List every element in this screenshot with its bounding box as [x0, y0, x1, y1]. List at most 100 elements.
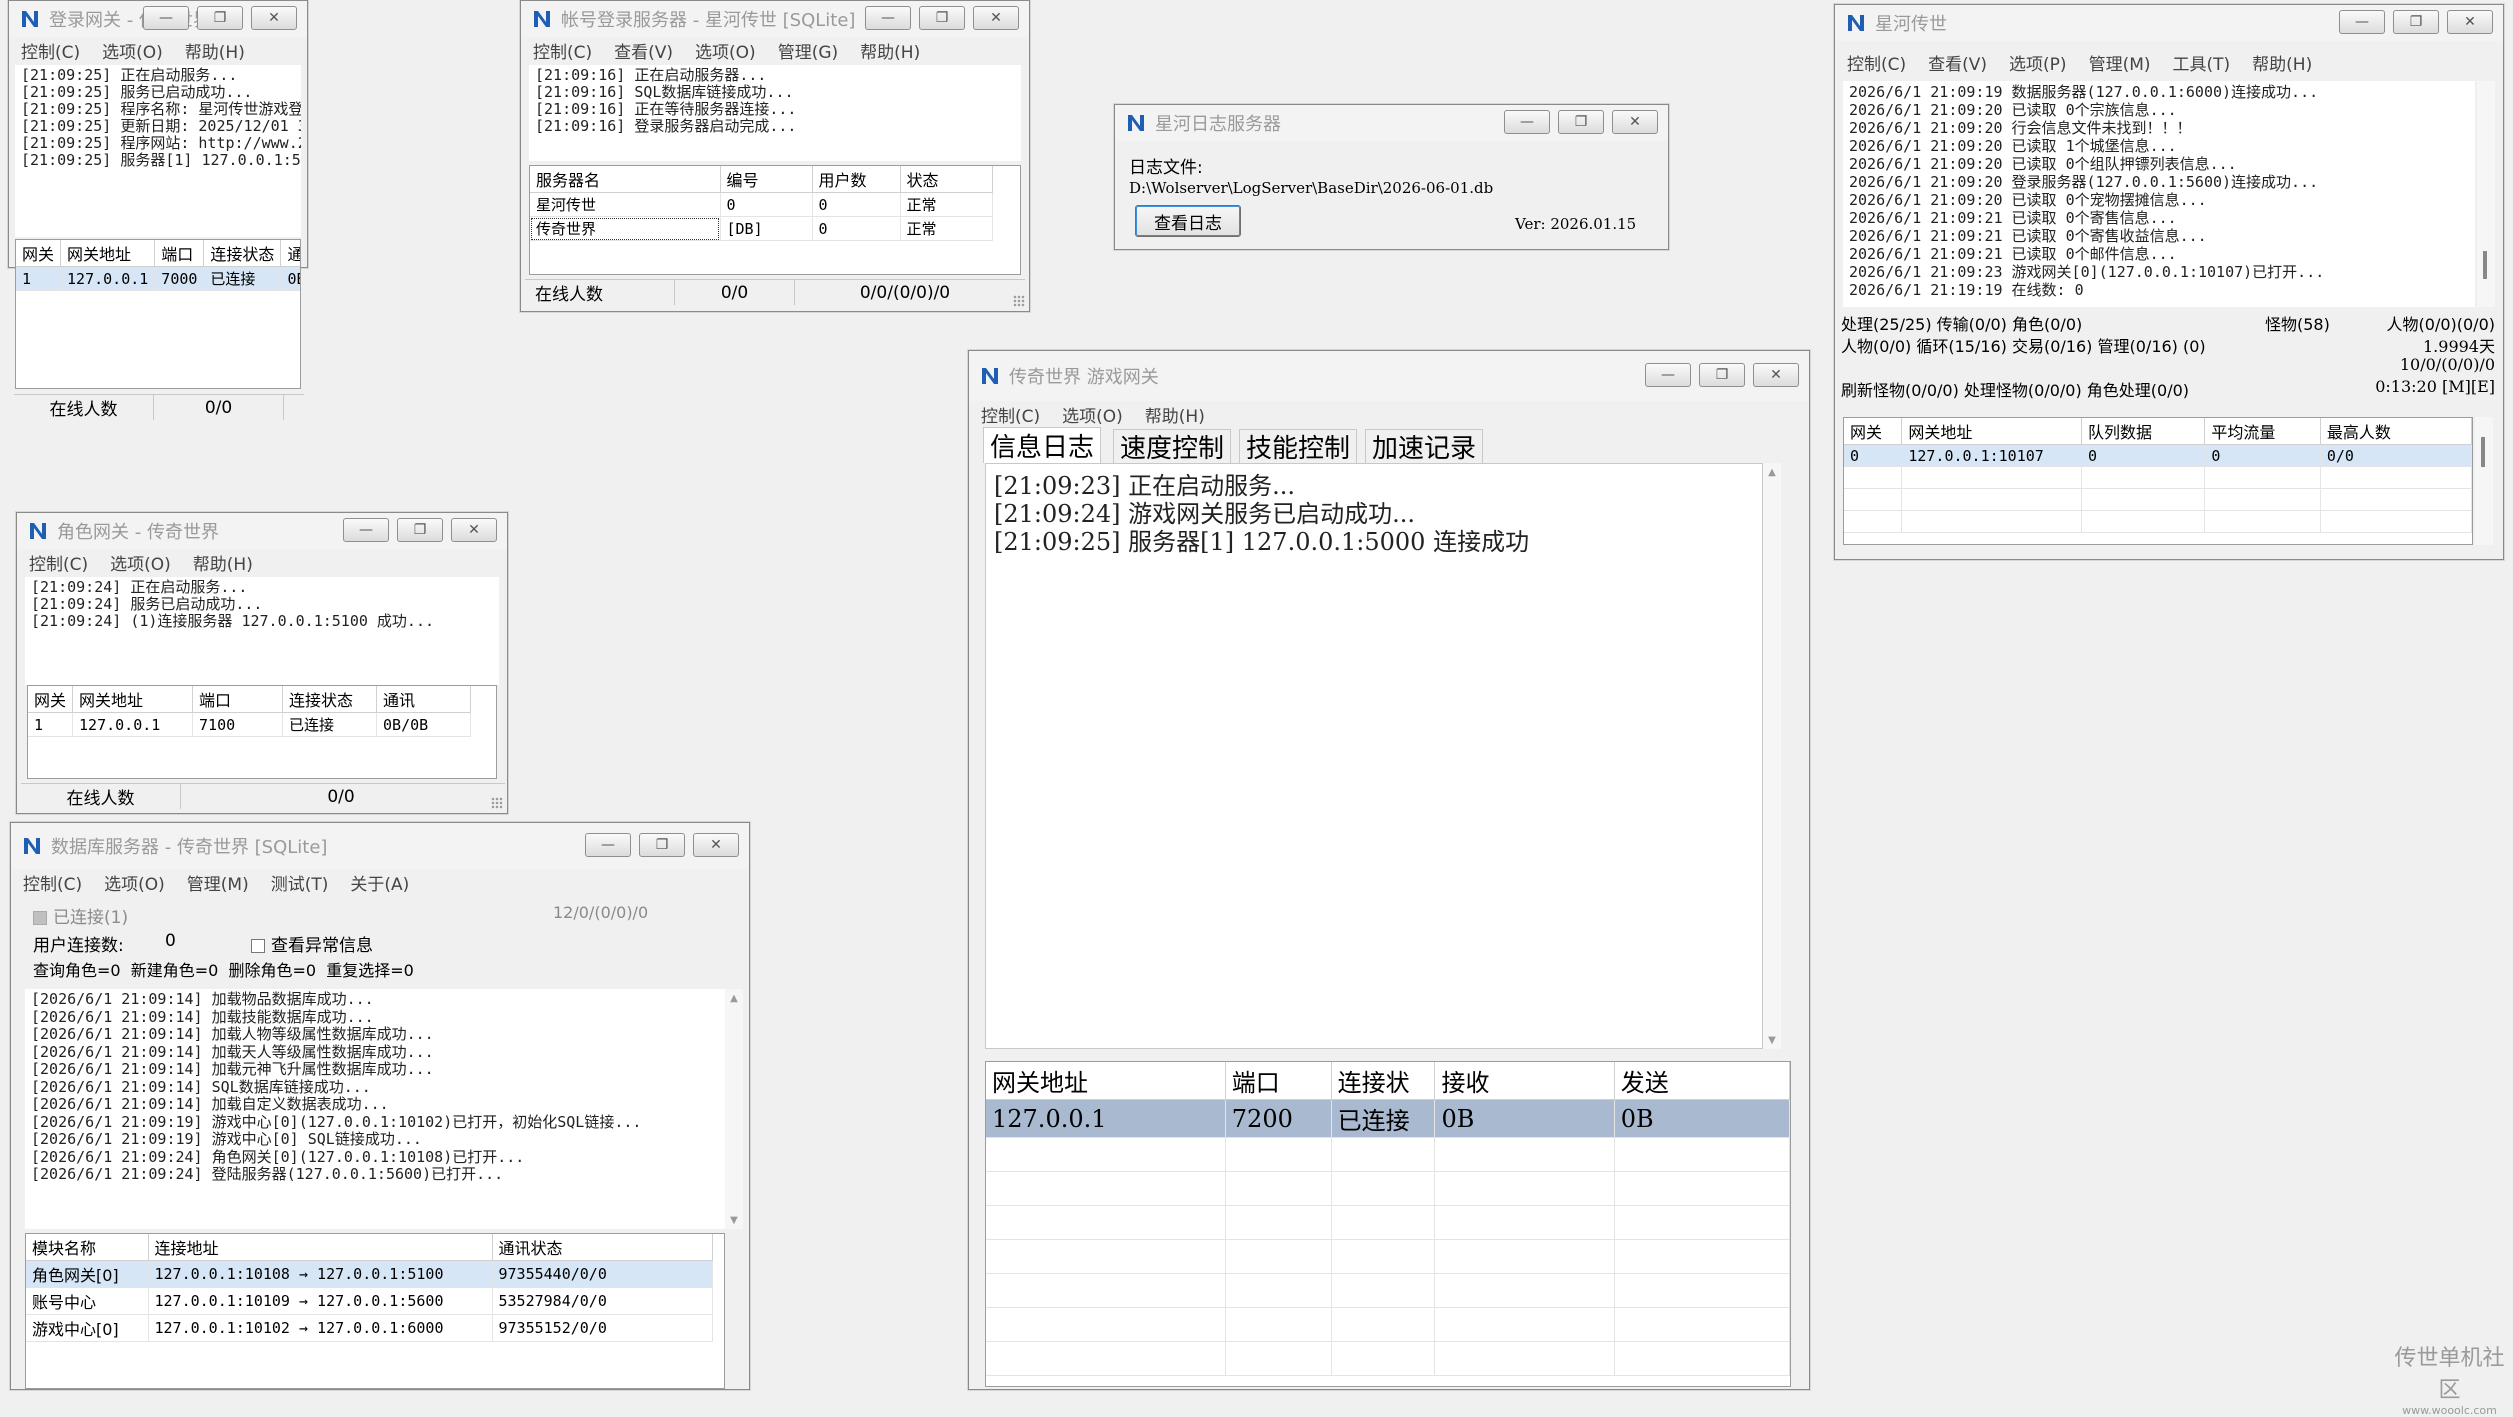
col-gateway[interactable]: 网关 [1844, 418, 1903, 445]
table-row[interactable] [986, 1307, 1790, 1342]
col-conn-state[interactable]: 连接状 [1331, 1062, 1436, 1100]
role-gateway-titlebar[interactable]: 角色网关 - 传奇世界 — ❐ ✕ [17, 513, 507, 549]
table-row[interactable]: 账号中心 127.0.0.1:10109 → 127.0.0.1:5600 53… [26, 1287, 713, 1315]
table-row[interactable]: 1 127.0.0.1 7000 已连接 0B/0B [16, 266, 300, 291]
menu-about[interactable]: 关于(A) [350, 870, 409, 895]
maximize-button[interactable]: ❐ [919, 6, 965, 30]
col-conn-state[interactable]: 连接状态 [282, 686, 378, 713]
menu-tools[interactable]: 工具(T) [2173, 50, 2231, 75]
table-row[interactable]: 传奇世界 [DB] 0 正常 [530, 216, 993, 241]
col-avg-traffic[interactable]: 平均流量 [2204, 418, 2321, 445]
col-id[interactable]: 编号 [720, 166, 813, 193]
log-output[interactable]: [21:09:24] 正在启动服务... [21:09:24] 服务已启动成功.… [25, 577, 499, 685]
col-max-players[interactable]: 最高人数 [2320, 418, 2472, 445]
col-comm[interactable]: 通讯 [376, 686, 472, 713]
col-conn-address[interactable]: 连接地址 [148, 1234, 493, 1261]
table-row[interactable] [986, 1341, 1790, 1376]
close-button[interactable]: ✕ [973, 6, 1019, 30]
scroll-thumb[interactable] [2481, 437, 2485, 467]
menu-options[interactable]: 选项(O) [1062, 402, 1123, 427]
col-conn-state[interactable]: 连接状态 [203, 240, 282, 267]
resize-grip[interactable] [1013, 295, 1025, 307]
col-gateway-address[interactable]: 网关地址 [986, 1062, 1226, 1100]
col-address[interactable]: 网关地址 [60, 240, 156, 267]
col-comm[interactable]: 通讯 [280, 240, 300, 267]
server-table[interactable]: 服务器名 编号 用户数 状态 星河传世 0 0 正常 传奇世界 [DB] 0 正… [529, 165, 1021, 275]
menu-control[interactable]: 控制(C) [23, 870, 82, 895]
table-row[interactable] [986, 1171, 1790, 1206]
menu-options[interactable]: 选项(P) [2009, 50, 2067, 75]
menu-options[interactable]: 选项(O) [110, 550, 171, 575]
log-scrollbar[interactable] [2477, 81, 2495, 307]
minimize-button[interactable]: — [585, 833, 631, 857]
menu-help[interactable]: 帮助(H) [1145, 402, 1205, 427]
maximize-button[interactable]: ❐ [1558, 110, 1604, 134]
menu-help[interactable]: 帮助(H) [193, 550, 253, 575]
col-queue[interactable]: 队列数据 [2081, 418, 2206, 445]
table-row[interactable] [986, 1205, 1790, 1240]
scroll-down-icon[interactable]: ▼ [725, 1211, 743, 1229]
main-titlebar[interactable]: 星河传世 — ❐ ✕ [1835, 5, 2503, 41]
log-output[interactable]: [2026/6/1 21:09:14] 加载物品数据库成功... [2026/6… [25, 989, 725, 1229]
menu-control[interactable]: 控制(C) [981, 402, 1040, 427]
close-button[interactable]: ✕ [251, 6, 297, 30]
scroll-up-icon[interactable]: ▲ [1763, 463, 1781, 481]
menu-test[interactable]: 测试(T) [271, 870, 329, 895]
gateway-table[interactable]: 网关 网关地址 队列数据 平均流量 最高人数 0 127.0.0.1:10107… [1843, 417, 2473, 545]
tab-info-log[interactable]: 信息日志 [983, 427, 1102, 463]
menu-help[interactable]: 帮助(H) [2252, 50, 2312, 75]
resize-grip[interactable] [491, 797, 503, 809]
tab-speedup-log[interactable]: 加速记录 [1365, 429, 1484, 464]
menu-manage[interactable]: 管理(M) [2089, 50, 2151, 75]
menu-control[interactable]: 控制(C) [533, 38, 592, 63]
col-recv[interactable]: 接收 [1434, 1062, 1615, 1100]
game-gateway-titlebar[interactable]: 传奇世界 游戏网关 — ❐ ✕ [969, 351, 1809, 401]
menu-options[interactable]: 选项(O) [104, 870, 165, 895]
col-comm-state[interactable]: 通讯状态 [492, 1234, 713, 1261]
maximize-button[interactable]: ❐ [397, 518, 443, 542]
col-module-name[interactable]: 模块名称 [26, 1234, 149, 1261]
account-server-titlebar[interactable]: 帐号登录服务器 - 星河传世 [SQLite] — ❐ ✕ [521, 1, 1029, 37]
maximize-button[interactable]: ❐ [2393, 10, 2439, 34]
database-server-titlebar[interactable]: 数据库服务器 - 传奇世界 [SQLite] — ❐ ✕ [11, 823, 749, 869]
menu-manage[interactable]: 管理(G) [778, 38, 838, 63]
close-button[interactable]: ✕ [451, 518, 497, 542]
table-row[interactable]: 127.0.0.1 7200 已连接 0B 0B [986, 1099, 1790, 1138]
col-gateway[interactable]: 网关 [28, 686, 74, 713]
log-output[interactable]: [21:09:25] 正在启动服务... [21:09:25] 服务已启动成功.… [15, 65, 301, 237]
connection-table[interactable]: 网关地址 端口 连接状 接收 发送 127.0.0.1 7200 已连接 0B … [985, 1061, 1791, 1387]
table-row[interactable] [986, 1239, 1790, 1274]
maximize-button[interactable]: ❐ [197, 6, 243, 30]
gateway-table[interactable]: 网关 网关地址 端口 连接状态 通讯 1 127.0.0.1 7100 已连接 … [27, 685, 497, 779]
table-row[interactable]: 0 127.0.0.1:10107 0 0 0/0 [1844, 444, 2472, 467]
col-port[interactable]: 端口 [192, 686, 284, 713]
minimize-button[interactable]: — [1504, 110, 1550, 134]
table-row[interactable]: 角色网关[0] 127.0.0.1:10108 → 127.0.0.1:5100… [26, 1260, 713, 1288]
log-server-titlebar[interactable]: 星河日志服务器 — ❐ ✕ [1115, 105, 1668, 141]
log-output[interactable]: [21:09:16] 正在启动服务器... [21:09:16] SQL数据库链… [529, 65, 1021, 161]
table-row[interactable] [986, 1137, 1790, 1172]
menu-control[interactable]: 控制(C) [1847, 50, 1906, 75]
table-row[interactable]: 游戏中心[0] 127.0.0.1:10102 → 127.0.0.1:6000… [26, 1314, 713, 1342]
login-gateway-titlebar[interactable]: 登录网关 - 传奇世界 — ❐ ✕ [9, 1, 307, 37]
view-log-button[interactable]: 查看日志 [1135, 205, 1241, 237]
show-errors-checkbox[interactable]: 查看异常信息 [251, 931, 373, 956]
menu-view[interactable]: 查看(V) [614, 38, 673, 63]
col-server-name[interactable]: 服务器名 [530, 166, 721, 193]
table-row[interactable] [1844, 488, 2472, 511]
col-address[interactable]: 网关地址 [72, 686, 194, 713]
maximize-button[interactable]: ❐ [1699, 363, 1745, 387]
maximize-button[interactable]: ❐ [639, 833, 685, 857]
menu-help[interactable]: 帮助(H) [185, 38, 245, 63]
menu-control[interactable]: 控制(C) [21, 38, 80, 63]
close-button[interactable]: ✕ [2447, 10, 2493, 34]
table-row[interactable]: 星河传世 0 0 正常 [530, 192, 993, 217]
minimize-button[interactable]: — [143, 6, 189, 30]
menu-options[interactable]: 选项(O) [102, 38, 163, 63]
close-button[interactable]: ✕ [1753, 363, 1799, 387]
module-table[interactable]: 模块名称 连接地址 通讯状态 角色网关[0] 127.0.0.1:10108 →… [25, 1233, 725, 1389]
scroll-up-icon[interactable]: ▲ [725, 989, 743, 1007]
log-scrollbar[interactable]: ▲ ▼ [725, 989, 743, 1229]
scroll-down-icon[interactable]: ▼ [1763, 1031, 1781, 1049]
minimize-button[interactable]: — [1645, 363, 1691, 387]
